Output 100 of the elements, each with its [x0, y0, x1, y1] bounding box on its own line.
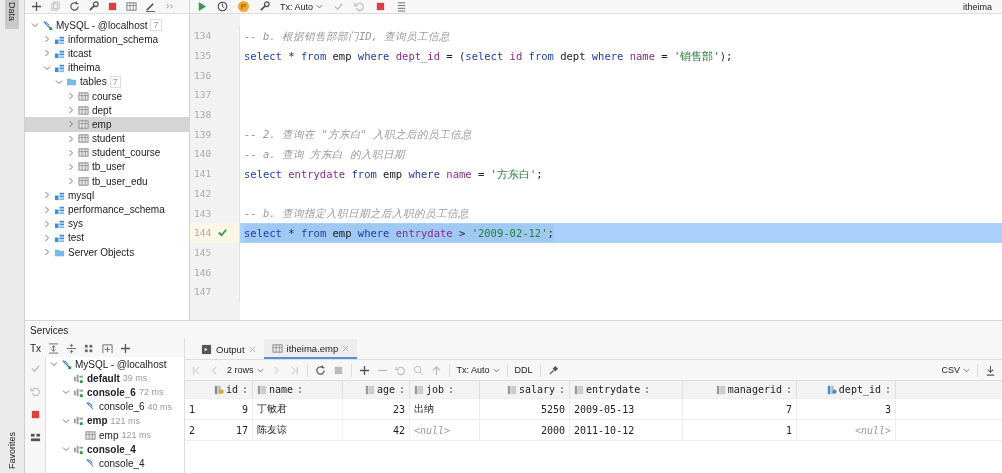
chevron-icon[interactable] — [62, 416, 70, 425]
add-icon[interactable] — [120, 342, 132, 354]
collapse-all-icon[interactable] — [66, 342, 78, 354]
column-header[interactable]: managerid — [727, 384, 782, 395]
tree-item[interactable]: MySQL - @localhost — [46, 357, 184, 372]
database-tab[interactable]: Data — [5, 0, 19, 29]
upload-icon[interactable] — [430, 364, 442, 376]
add-icon[interactable] — [31, 1, 42, 12]
tree-item[interactable]: emp — [25, 117, 189, 132]
ddl-button[interactable]: DDL — [514, 365, 533, 375]
preview-icon[interactable] — [412, 364, 424, 376]
chevron-icon[interactable] — [43, 248, 51, 257]
add-icon[interactable] — [358, 364, 370, 376]
export-format-dropdown[interactable]: CSV — [941, 365, 970, 375]
tree-item[interactable]: test — [25, 230, 189, 245]
wrench-icon[interactable] — [88, 1, 99, 12]
chevron-icon[interactable] — [43, 205, 51, 214]
chevron-icon[interactable] — [55, 77, 63, 86]
tree-item[interactable]: itcast — [25, 46, 189, 61]
result-tab[interactable]: itheima.emp — [263, 339, 358, 359]
table-icon[interactable] — [126, 1, 137, 12]
column-header[interactable]: salary — [518, 384, 555, 395]
close-icon[interactable] — [248, 345, 256, 353]
clock-icon[interactable] — [217, 1, 228, 12]
refresh-icon[interactable] — [314, 364, 326, 376]
check-icon[interactable] — [29, 363, 41, 374]
column-header[interactable]: entrydate — [586, 384, 641, 395]
tree-item[interactable]: dept — [25, 103, 189, 118]
list-icon[interactable] — [396, 1, 408, 12]
favorites-tab[interactable]: Favorites — [7, 428, 17, 473]
chevron-icon[interactable] — [67, 92, 75, 101]
tree-item[interactable]: tb_user_edu — [25, 174, 189, 189]
stop-icon[interactable] — [332, 364, 344, 376]
column-header[interactable]: job — [426, 384, 445, 395]
wrench-icon[interactable] — [259, 1, 270, 12]
tree-item[interactable]: Server Objects — [25, 245, 189, 260]
tree-item[interactable]: performance_schema — [25, 202, 189, 217]
layout-icon[interactable] — [29, 432, 41, 443]
chevron-icon[interactable] — [62, 445, 70, 454]
sort-icon[interactable] — [450, 386, 455, 393]
chevron-icon[interactable] — [67, 134, 75, 143]
chevron-icon[interactable] — [43, 35, 51, 44]
tree-item[interactable]: emp 121 ms — [46, 413, 184, 428]
chevron-icon[interactable] — [43, 191, 51, 200]
first-page-icon[interactable] — [191, 364, 202, 376]
run-icon[interactable] — [196, 1, 207, 12]
column-header[interactable]: age — [376, 384, 395, 395]
undo-icon[interactable] — [29, 386, 41, 397]
transaction-button[interactable]: Tx — [30, 342, 42, 354]
pin-icon[interactable] — [547, 364, 559, 376]
undo-icon[interactable] — [394, 364, 406, 376]
sort-icon[interactable] — [646, 386, 651, 393]
tree-item[interactable]: console_6 40 ms — [46, 399, 184, 414]
expand-all-icon[interactable] — [48, 342, 60, 354]
chevron-icon[interactable] — [67, 120, 75, 129]
chevron-icon[interactable] — [67, 106, 75, 115]
chevron-icon[interactable] — [43, 233, 51, 242]
tree-item[interactable]: console_4 — [46, 442, 184, 457]
download-icon[interactable] — [985, 364, 996, 376]
sort-icon[interactable] — [887, 386, 891, 393]
result-tab[interactable]: Output — [193, 339, 264, 359]
stop-icon[interactable] — [107, 1, 118, 12]
sort-icon[interactable] — [788, 386, 792, 393]
sort-icon[interactable] — [299, 386, 304, 393]
sort-icon[interactable] — [561, 386, 565, 393]
tree-item[interactable]: mysql — [25, 188, 189, 203]
tree-item[interactable]: tables 7 — [25, 74, 189, 89]
chevron-icon[interactable] — [43, 219, 51, 228]
tree-item[interactable]: course — [25, 88, 189, 104]
chevron-icon[interactable] — [43, 63, 51, 72]
chevron-icon[interactable] — [43, 49, 51, 58]
new-tab-icon[interactable] — [102, 342, 114, 354]
tree-item[interactable]: default 39 ms — [46, 371, 184, 386]
chevron-icon[interactable] — [67, 148, 75, 157]
chevron-icon[interactable] — [31, 21, 39, 30]
chevron-icon[interactable] — [67, 177, 75, 186]
column-header[interactable]: name — [269, 384, 294, 395]
sort-icon[interactable] — [244, 386, 248, 393]
undo-icon[interactable] — [354, 1, 366, 12]
tree-item[interactable]: MySQL - @localhost 7 — [25, 18, 189, 33]
column-header[interactable]: dept_id — [838, 384, 881, 395]
chevron-icon[interactable] — [62, 388, 70, 397]
profile-badge[interactable]: P — [238, 1, 249, 12]
user-label[interactable]: itheima — [963, 1, 996, 12]
chevron-icon[interactable] — [67, 162, 75, 171]
tree-item[interactable]: student_course — [25, 145, 189, 160]
sort-icon[interactable] — [401, 386, 405, 393]
tree-item[interactable]: console_4 — [46, 456, 184, 471]
chevron-icon[interactable] — [50, 360, 58, 369]
pencil-icon[interactable] — [145, 1, 156, 12]
tree-item[interactable]: information_schema — [25, 32, 189, 47]
refresh-icon[interactable] — [69, 1, 80, 12]
stop-icon[interactable] — [29, 409, 41, 420]
column-header[interactable]: id — [225, 384, 238, 395]
check-icon[interactable] — [333, 1, 345, 12]
transaction-dropdown[interactable]: Tx: Auto — [280, 1, 324, 12]
last-page-icon[interactable] — [288, 364, 300, 376]
tree-item[interactable]: itheima — [25, 60, 189, 75]
tree-item[interactable]: emp 121 ms — [46, 427, 184, 443]
tree-item[interactable]: sys — [25, 216, 189, 231]
